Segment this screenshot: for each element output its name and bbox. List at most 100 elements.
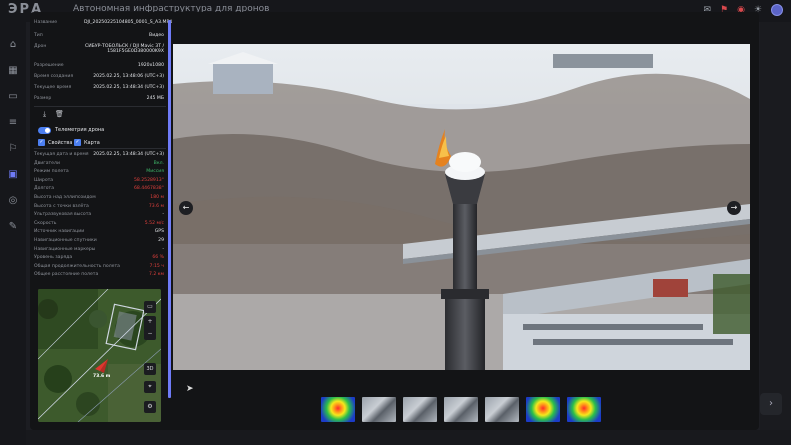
- properties-label: Свойства: [48, 140, 73, 146]
- media-preview: [173, 44, 750, 370]
- telemetry-value: -: [162, 212, 164, 218]
- telemetry-row: Навигационные маркеры -: [34, 247, 164, 252]
- telemetry-row: Двигатели Вкл.: [34, 161, 164, 166]
- media-info-panel: Название DJI_20250225104805_0001_S_A3.MP4…: [34, 16, 173, 286]
- telemetry-key: Скорость: [34, 220, 57, 226]
- telemetry-key: Высота с точки взлёта: [34, 203, 89, 209]
- telemetry-key: Ультразвуковая высота: [34, 212, 92, 218]
- sidebar: ⌂ ▦ ▭ ≡ ⚐ ▣ ◎ ✎: [0, 22, 26, 445]
- drone-value: СИБУР-ТОБОЛЬСК / DJI Mavic 3T / 1581F5GE…: [85, 44, 164, 54]
- telemetry-row: Режим полета Миссия: [34, 169, 164, 174]
- telemetry-value: 5.52 м/с: [144, 220, 164, 226]
- zoom-control[interactable]: + −: [144, 316, 156, 340]
- telemetry-row: Общая продолжительность полета 7:15 ч: [34, 264, 164, 269]
- grid-icon[interactable]: ▦: [7, 65, 19, 77]
- telemetry-value: 29: [158, 238, 164, 243]
- drone-label: Дрон: [34, 44, 47, 49]
- panel-resize-handle[interactable]: [168, 20, 171, 398]
- telemetry-key: Навигационные маркеры: [34, 246, 96, 252]
- size-label: Размер: [34, 96, 52, 101]
- telemetry-key: Навигационные спутники: [34, 238, 97, 243]
- telemetry-value: 2025.02.25, 13:48:34 (UTC+3): [93, 152, 164, 157]
- telemetry-row: Скорость 5.52 м/с: [34, 221, 164, 226]
- telemetry-toggle-label: Телеметрия дрона: [55, 127, 105, 133]
- video-frame: [173, 44, 750, 370]
- telemetry-value: Вкл.: [153, 160, 164, 166]
- created-label: Время создания: [34, 74, 74, 79]
- map-imagery: [38, 289, 161, 422]
- telemetry-row: Текущая дата и время 2025.02.25, 13:48:34…: [34, 152, 164, 157]
- map-marker-label: 73.6 m: [93, 374, 111, 379]
- globe-icon[interactable]: ◎: [7, 195, 19, 207]
- telemetry-value: -: [162, 246, 164, 252]
- telemetry-key: Режим полета: [34, 169, 69, 175]
- telemetry-key: Текущая дата и время: [34, 152, 89, 157]
- tools-icon[interactable]: ✎: [7, 221, 19, 233]
- telemetry-row: Высота с точки взлёта 73.6 м: [34, 204, 164, 209]
- map-checkbox[interactable]: ✓: [74, 139, 81, 146]
- telemetry-value: 180 м: [150, 195, 164, 200]
- video-thumbnail[interactable]: [485, 397, 519, 422]
- monitor-icon[interactable]: ▭: [7, 91, 19, 103]
- video-thumbnail[interactable]: [362, 397, 396, 422]
- layers-icon[interactable]: ▭: [144, 301, 156, 313]
- telemetry-value: GPS: [154, 229, 164, 235]
- arrow-left-icon[interactable]: ←: [179, 201, 193, 215]
- telemetry-value: Миссия: [146, 169, 164, 175]
- telemetry-key: Высота над эллипсоидом: [34, 195, 96, 200]
- thumbnail-strip: [321, 397, 601, 422]
- telemetry-key: Источник навигации: [34, 229, 85, 235]
- telemetry-value: 73.6 м: [148, 203, 164, 209]
- video-thumbnail[interactable]: [444, 397, 478, 422]
- home-icon[interactable]: ⌂: [7, 39, 19, 51]
- backdrop-bottom: [26, 430, 791, 445]
- telemetry-row: Широта 58.2528913°: [34, 178, 164, 183]
- chevron-right-icon[interactable]: ›: [760, 393, 782, 415]
- current-time-label: Текущее время: [34, 85, 72, 90]
- telemetry-key: Общее расстояние полета: [34, 272, 99, 278]
- type-label: Тип: [34, 33, 43, 38]
- current-time-value: 2025.02.25, 13:48:34 (UTC+3): [93, 85, 164, 90]
- telemetry-row: Уровень заряда 66 %: [34, 255, 164, 260]
- list-icon[interactable]: ≡: [7, 117, 19, 129]
- properties-checkbox[interactable]: ✓: [38, 139, 45, 146]
- mouse-cursor: ➤: [186, 384, 194, 394]
- type-value: Видео: [149, 33, 164, 38]
- telemetry-toggle[interactable]: [38, 127, 51, 134]
- flight-map[interactable]: 73.6 m ▭ + − 3D ⌖ ⚙: [38, 289, 161, 422]
- backdrop: [760, 22, 791, 445]
- telemetry-value: 7.2 км: [148, 272, 164, 278]
- telemetry-value: 66 %: [152, 255, 164, 261]
- gear-icon[interactable]: ⚙: [144, 401, 156, 413]
- flag-icon[interactable]: ⚐: [7, 143, 19, 155]
- telemetry-value: 7:15 ч: [149, 263, 165, 269]
- video-thumbnail[interactable]: [403, 397, 437, 422]
- telemetry-key: Широта: [34, 177, 54, 183]
- created-value: 2025.02.25, 13:48:06 (UTC+3): [93, 74, 164, 79]
- telemetry-row: Навигационные спутники 29: [34, 238, 164, 243]
- telemetry-value: 58.2528913°: [133, 177, 164, 183]
- arrow-right-icon[interactable]: →: [727, 201, 741, 215]
- telemetry-row: Общее расстояние полета 7.2 км: [34, 272, 164, 277]
- telemetry-value: 68.4467838°: [133, 186, 164, 192]
- telemetry-key: Двигатели: [34, 160, 60, 166]
- avatar[interactable]: [771, 4, 783, 16]
- telemetry-key: Общая продолжительность полета: [34, 263, 120, 269]
- resolution-value: 1920x1080: [137, 63, 164, 68]
- trash-icon[interactable]: 🗑: [55, 110, 64, 119]
- media-icon[interactable]: ▣: [7, 169, 19, 181]
- map-label: Карта: [84, 140, 100, 146]
- name-value: DJI_20250225104805_0001_S_A3.MP4: [84, 20, 173, 25]
- telemetry-row: Долгота 68.4467838°: [34, 186, 164, 191]
- name-label: Название: [34, 20, 58, 25]
- thermal-thumbnail[interactable]: [321, 397, 355, 422]
- thermal-thumbnail[interactable]: [567, 397, 601, 422]
- download-icon[interactable]: ⤓: [40, 110, 49, 119]
- telemetry-key: Долгота: [34, 186, 55, 192]
- map-3d-button[interactable]: 3D: [144, 363, 156, 375]
- thermal-thumbnail[interactable]: [526, 397, 560, 422]
- telemetry-key: Уровень заряда: [34, 255, 73, 261]
- telemetry-row: Высота над эллипсоидом 180 м: [34, 195, 164, 200]
- compass-icon[interactable]: ⌖: [144, 381, 156, 393]
- telemetry-row: Источник навигации GPS: [34, 229, 164, 234]
